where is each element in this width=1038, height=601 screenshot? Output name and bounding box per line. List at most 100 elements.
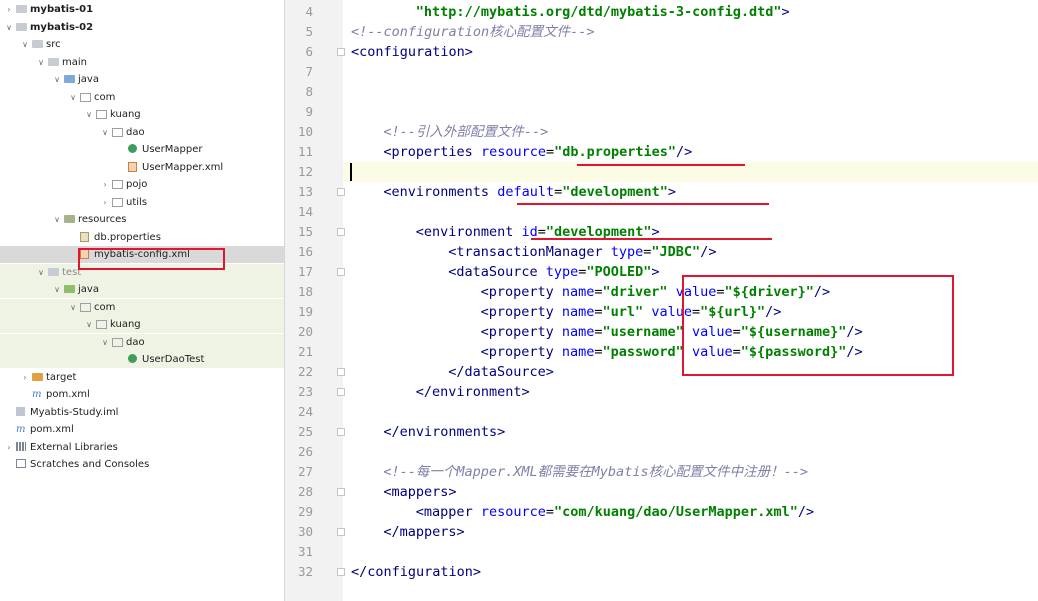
line-number: 17: [297, 264, 313, 279]
chevron-down-icon[interactable]: ∨: [52, 281, 62, 298]
tree-item[interactable]: ∨ kuang: [0, 106, 284, 123]
tree-item[interactable]: ∨ kuang: [0, 316, 284, 333]
code-token: <!--引入外部配置文件-->: [383, 124, 549, 140]
code-token: <property: [480, 284, 562, 300]
code-token: </configuration>: [351, 564, 482, 580]
annotation-underline-properties: [577, 164, 745, 166]
line-number: 11: [297, 144, 313, 159]
code-token: <!--configuration核心配置文件-->: [351, 24, 595, 40]
folder-icon: [48, 57, 59, 66]
tree-item[interactable]: m pom.xml: [0, 386, 284, 403]
text-cursor: [350, 163, 352, 181]
line-number: 18: [297, 284, 313, 299]
code-token: resource: [480, 144, 546, 160]
tree-item[interactable]: ∨ com: [0, 89, 284, 106]
code-line[interactable]: <properties resource="db.properties"/>: [383, 142, 692, 162]
folder-icon: [48, 267, 59, 276]
line-number: 23: [297, 384, 313, 399]
code-token: name: [561, 324, 595, 340]
tree-item[interactable]: db.properties: [0, 229, 284, 246]
tree-item-label: com: [94, 91, 116, 103]
package-icon: [80, 92, 91, 102]
code-token: />: [797, 504, 815, 520]
tree-item[interactable]: UserMapper.xml: [0, 159, 284, 176]
tree-item-label: src: [46, 39, 61, 50]
tree-item[interactable]: › target: [0, 369, 284, 386]
line-number: 24: [297, 404, 313, 419]
annotation-underline-default: [517, 203, 769, 205]
libraries-icon: [16, 441, 26, 451]
test-source-folder-icon: [64, 285, 75, 293]
code-token: name: [561, 344, 595, 360]
chevron-right-icon[interactable]: ›: [100, 194, 110, 211]
chevron-down-icon[interactable]: ∨: [52, 71, 62, 88]
code-line[interactable]: </environments>: [383, 422, 505, 442]
annotation-underline-id: [531, 238, 772, 240]
tree-item-label: pojo: [126, 179, 148, 190]
chevron-down-icon[interactable]: ∨: [100, 124, 110, 141]
tree-item[interactable]: ∨ mybatis-02: [0, 19, 284, 36]
code-token: "http://mybatis.org/dtd/mybatis-3-config…: [415, 4, 782, 20]
chevron-down-icon[interactable]: ∨: [84, 106, 94, 123]
code-line[interactable]: <dataSource type="POOLED">: [448, 262, 659, 282]
tree-item[interactable]: ∨ main: [0, 54, 284, 71]
tree-item[interactable]: ∨ java: [0, 71, 284, 88]
line-number: 12: [297, 164, 313, 179]
tree-item[interactable]: › External Libraries: [0, 439, 284, 456]
chevron-down-icon[interactable]: ∨: [100, 334, 110, 351]
code-token: <property: [480, 304, 562, 320]
code-line[interactable]: "http://mybatis.org/dtd/mybatis-3-config…: [416, 2, 790, 22]
tree-item[interactable]: ∨ dao: [0, 333, 284, 351]
code-line[interactable]: <environments default="development">: [383, 182, 676, 202]
chevron-down-icon[interactable]: ∨: [52, 211, 62, 228]
annotation-box-property-values: [682, 275, 954, 376]
code-line[interactable]: </configuration>: [351, 562, 481, 582]
line-number: 14: [297, 204, 313, 219]
code-token: >: [667, 184, 677, 200]
resources-folder-icon: [64, 215, 75, 223]
chevron-right-icon[interactable]: ›: [100, 176, 110, 193]
tree-item[interactable]: › mybatis-01: [0, 1, 284, 18]
chevron-right-icon[interactable]: ›: [20, 369, 30, 386]
chevron-down-icon[interactable]: ∨: [36, 264, 46, 281]
code-line[interactable]: <transactionManager type="JDBC"/>: [448, 242, 716, 262]
code-line[interactable]: <configuration>: [351, 42, 473, 62]
chevron-down-icon[interactable]: ∨: [4, 19, 14, 36]
tree-item[interactable]: UserMapper: [0, 141, 284, 158]
chevron-down-icon[interactable]: ∨: [84, 316, 94, 333]
tree-item[interactable]: › utils: [0, 194, 284, 211]
chevron-down-icon[interactable]: ∨: [68, 89, 78, 106]
tree-item[interactable]: ∨ src: [0, 36, 284, 53]
tree-item-label: Scratches and Consoles: [30, 459, 150, 470]
chevron-down-icon[interactable]: ∨: [68, 299, 78, 316]
line-number: 9: [305, 104, 313, 119]
chevron-right-icon[interactable]: ›: [4, 439, 14, 456]
code-token: <mappers>: [383, 484, 457, 500]
tree-item[interactable]: m pom.xml: [0, 421, 284, 438]
tree-item[interactable]: UserDaoTest: [0, 351, 284, 368]
code-line[interactable]: <!--引入外部配置文件-->: [383, 122, 548, 142]
code-line[interactable]: </environment>: [416, 382, 530, 402]
tree-item-label: target: [46, 371, 77, 383]
code-token: =: [594, 304, 603, 320]
tree-item[interactable]: ∨ java: [0, 281, 284, 298]
tree-item[interactable]: ∨ dao: [0, 124, 284, 141]
code-line[interactable]: </mappers>: [383, 522, 464, 542]
code-line[interactable]: </dataSource>: [448, 362, 554, 382]
tree-item[interactable]: ∨ resources: [0, 211, 284, 228]
tree-item[interactable]: Scratches and Consoles: [0, 456, 284, 473]
excluded-folder-icon: [32, 372, 43, 381]
maven-icon: m: [16, 424, 26, 435]
tree-item[interactable]: › pojo: [0, 176, 284, 193]
code-line[interactable]: <mappers>: [383, 482, 456, 502]
code-line[interactable]: <!--每一个Mapper.XML都需要在Mybatis核心配置文件中注册！--…: [383, 462, 808, 482]
chevron-down-icon[interactable]: ∨: [20, 36, 30, 53]
code-line[interactable]: <mapper resource="com/kuang/dao/UserMapp…: [416, 502, 814, 522]
chevron-down-icon[interactable]: ∨: [36, 54, 46, 71]
code-token: />: [700, 244, 717, 260]
code-line[interactable]: <!--configuration核心配置文件-->: [351, 22, 595, 42]
tree-item-label: resources: [78, 214, 127, 225]
tree-item[interactable]: ∨ com: [0, 298, 284, 316]
chevron-right-icon[interactable]: ›: [4, 1, 14, 18]
tree-item[interactable]: Myabtis-Study.iml: [0, 404, 284, 421]
